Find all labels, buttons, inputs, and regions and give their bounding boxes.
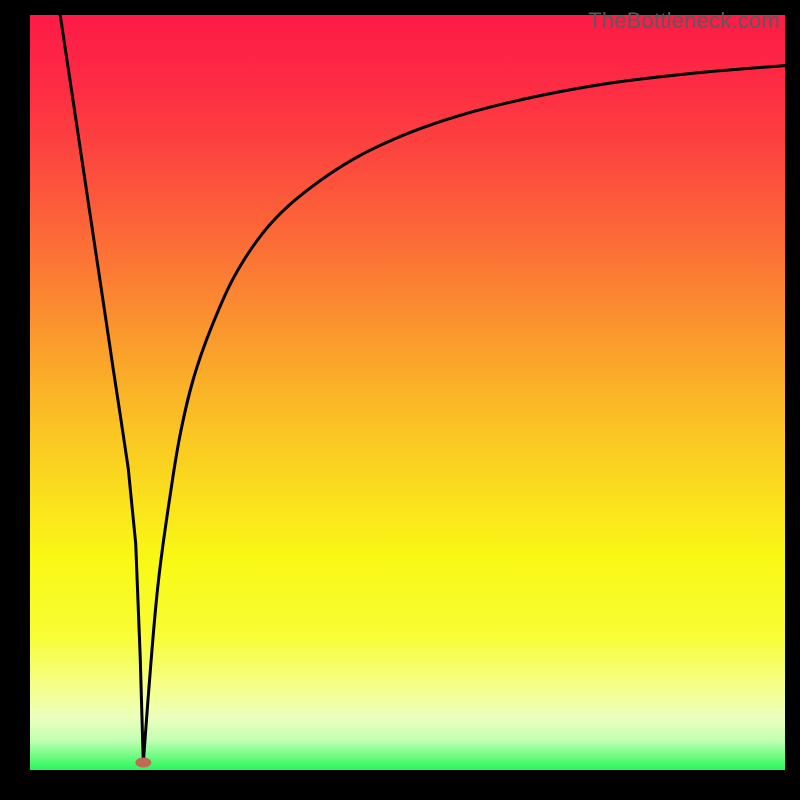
- curve-left-branch: [60, 15, 143, 763]
- watermark-text: TheBottleneck.com: [588, 8, 780, 34]
- curve-right-branch: [143, 66, 785, 763]
- plot-area: [30, 15, 785, 770]
- minimum-marker: [135, 758, 151, 768]
- chart-frame: TheBottleneck.com: [0, 0, 800, 800]
- curve-layer: [30, 15, 785, 770]
